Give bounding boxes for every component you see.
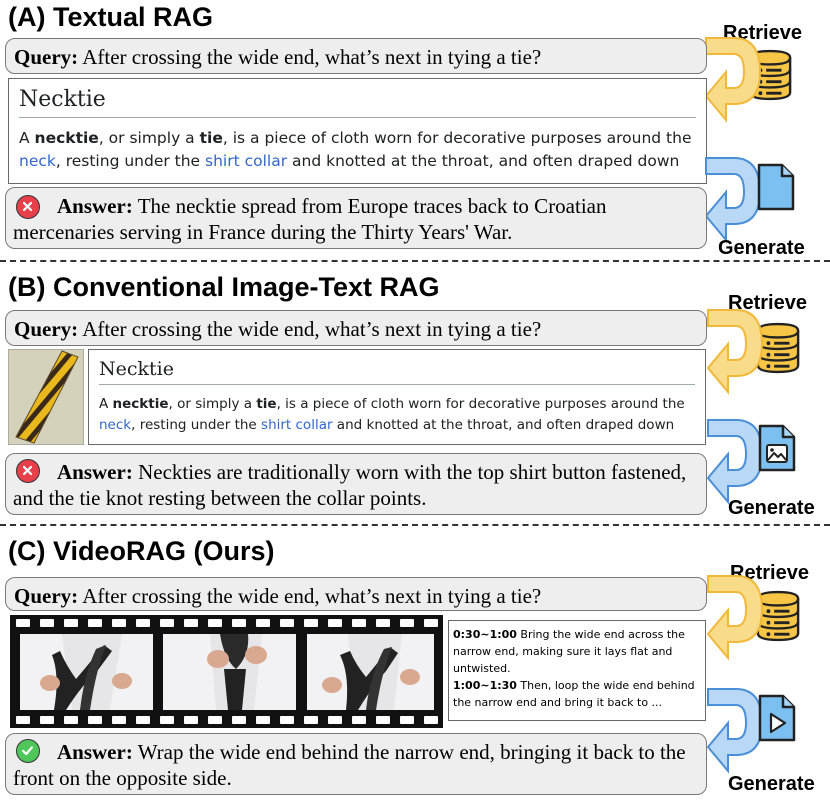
section-b-answer-box: Answer: Neckties are traditionally worn … <box>5 453 707 515</box>
wiki-article-body: A necktie, or simply a tie, is a piece o… <box>99 394 695 436</box>
section-a-generate-label: Generate <box>718 237 805 259</box>
section-c-generate-label: Generate <box>728 773 815 795</box>
necktie-image <box>8 349 84 445</box>
section-b-wiki-snippet: Necktie A necktie, or simply a tie, is a… <box>88 349 706 445</box>
wiki-link-shirt-collar[interactable]: shirt collar <box>205 152 287 170</box>
answer-label: Answer: <box>57 194 133 218</box>
retrieve-arrow-icon <box>706 302 766 397</box>
video-frame-2 <box>163 634 296 710</box>
section-b-generate-label: Generate <box>728 497 815 519</box>
video-frame-1 <box>20 634 153 710</box>
x-circle-icon <box>16 195 40 219</box>
wiki-link-neck[interactable]: neck <box>99 417 131 433</box>
query-label: Query: <box>14 584 79 608</box>
wiki-article-body: A necktie, or simply a tie, is a piece o… <box>19 127 696 173</box>
query-label: Query: <box>14 317 79 341</box>
section-divider-2 <box>0 524 830 526</box>
image-file-icon <box>758 424 796 472</box>
video-frame-3 <box>307 634 434 710</box>
wiki-link-neck[interactable]: neck <box>19 152 56 170</box>
x-circle-icon <box>16 459 40 483</box>
generate-arrow-icon <box>704 150 764 245</box>
video-filmstrip <box>10 615 443 728</box>
section-divider-1 <box>0 260 830 262</box>
query-label: Query: <box>14 45 79 69</box>
wiki-article-title: Necktie <box>19 87 696 118</box>
section-a-title: (A) Textual RAG <box>8 2 214 32</box>
video-transcript-box: 0:30~1:00 Bring the wide end across the … <box>448 620 706 721</box>
wiki-line-2: neck, resting under the shirt collar and… <box>99 417 675 433</box>
answer-label: Answer: <box>57 740 133 764</box>
wiki-line-1: A necktie, or simply a tie, is a piece o… <box>19 129 692 147</box>
transcript-entry-1: 0:30~1:00 Bring the wide end across the … <box>453 628 685 675</box>
section-c-query-box: Query: After crossing the wide end, what… <box>5 577 707 611</box>
retrieve-arrow-icon <box>706 568 766 663</box>
section-a-answer-box: Answer: The necktie spread from Europe t… <box>5 187 707 249</box>
section-b-query-box: Query: After crossing the wide end, what… <box>5 310 707 346</box>
answer-label: Answer: <box>57 460 133 484</box>
section-c-answer-box: Answer: Wrap the wide end behind the nar… <box>5 733 707 795</box>
wiki-article-title: Necktie <box>99 358 695 385</box>
retrieve-arrow-icon <box>704 30 764 125</box>
check-circle-icon <box>16 739 40 763</box>
query-text: After crossing the wide end, what’s next… <box>78 317 542 341</box>
transcript-entry-2: 1:00~1:30 Then, loop the wide end behind… <box>453 679 695 709</box>
wiki-line-1: A necktie, or simply a tie, is a piece o… <box>99 396 685 412</box>
section-b-title: (B) Conventional Image-Text RAG <box>8 272 440 302</box>
document-icon <box>757 163 795 211</box>
video-file-icon <box>758 694 796 742</box>
section-c-title: (C) VideoRAG (Ours) <box>8 536 275 566</box>
wiki-line-2: neck, resting under the shirt collar and… <box>19 152 680 170</box>
query-text: After crossing the wide end, what’s next… <box>78 584 542 608</box>
section-a-wiki-snippet: Necktie A necktie, or simply a tie, is a… <box>8 78 707 184</box>
query-text: After crossing the wide end, what’s next… <box>78 45 542 69</box>
wiki-link-shirt-collar[interactable]: shirt collar <box>261 417 332 433</box>
section-a-query-box: Query: After crossing the wide end, what… <box>5 38 707 74</box>
